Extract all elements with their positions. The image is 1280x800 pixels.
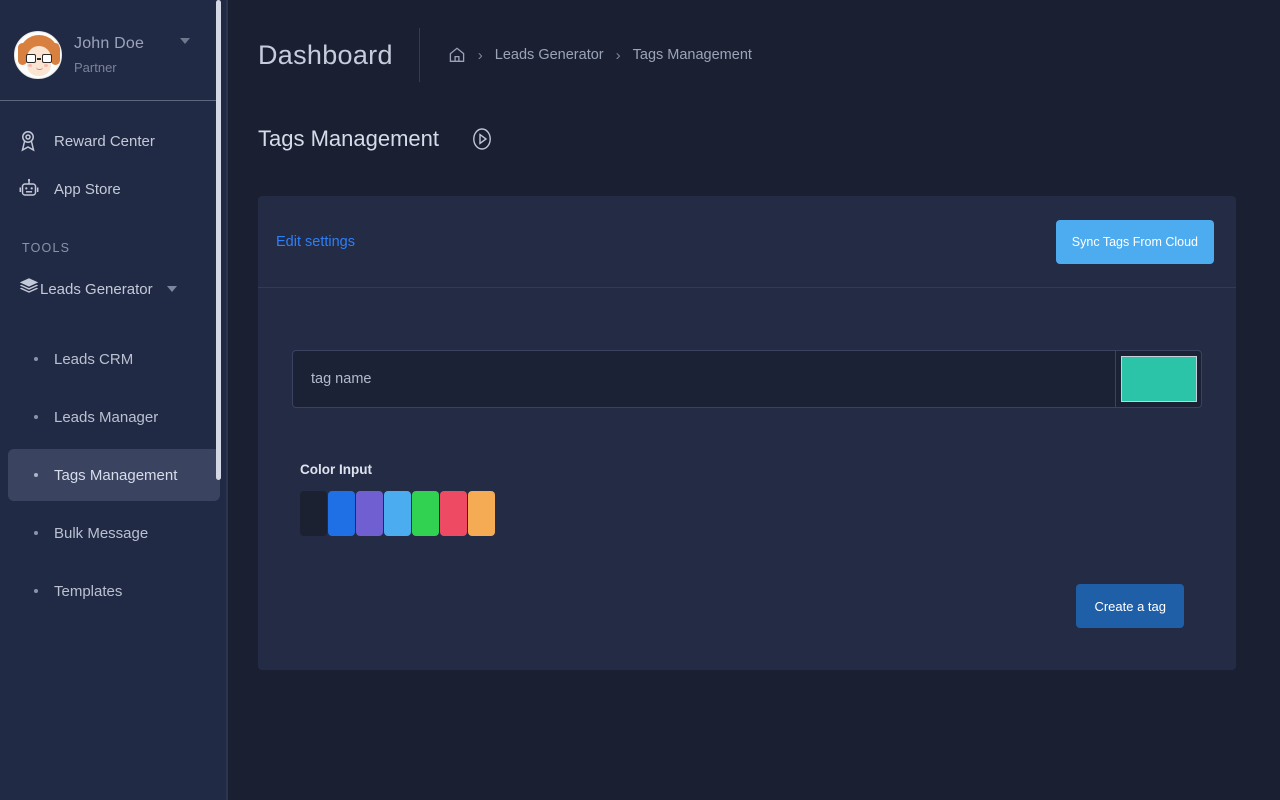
- page-title: Tags Management: [258, 126, 439, 151]
- chevron-down-icon[interactable]: [180, 38, 190, 44]
- sidebar-section-tools: TOOLS: [22, 241, 71, 255]
- profile-text: John Doe Partner: [74, 35, 144, 75]
- tags-card: Edit settings Sync Tags From Cloud Color…: [258, 196, 1236, 670]
- color-option-pink[interactable]: [440, 491, 467, 536]
- page-header: Tags Management: [228, 110, 1280, 168]
- sidebar-item-tags-management[interactable]: Tags Management: [8, 449, 220, 501]
- chevron-right-icon: ›: [477, 46, 483, 64]
- selected-color-swatch[interactable]: [1120, 356, 1197, 402]
- sidebar-item-templates[interactable]: Templates: [8, 565, 220, 617]
- sidebar: John Doe Partner Reward Center App Store…: [0, 0, 228, 800]
- sidebar-item-label: App Store: [54, 180, 121, 198]
- color-option-purple[interactable]: [356, 491, 383, 536]
- color-option-orange[interactable]: [468, 491, 495, 536]
- tag-name-input[interactable]: [292, 350, 1116, 408]
- breadcrumb: › Leads Generator › Tags Management: [448, 46, 752, 64]
- color-option-blue[interactable]: [328, 491, 355, 536]
- sidebar-nav: Reward Center App Store TOOLS Leads Gene…: [0, 101, 228, 617]
- topbar: Dashboard › Leads Generator › Tags Manag…: [228, 0, 1280, 110]
- card-body: Color Input Create a tag: [258, 288, 1236, 628]
- sidebar-item-leads-manager[interactable]: Leads Manager: [8, 391, 220, 443]
- chevron-down-icon[interactable]: [166, 286, 177, 292]
- sidebar-item-label: Templates: [54, 582, 123, 600]
- create-a-tag-button[interactable]: Create a tag: [1076, 584, 1184, 628]
- sidebar-group-label: Leads Generator: [40, 280, 153, 298]
- chevron-right-icon: ›: [615, 46, 621, 64]
- card-footer: Create a tag: [292, 536, 1202, 628]
- profile-name: John Doe: [74, 35, 145, 52]
- color-input-label: Color Input: [300, 462, 372, 477]
- tag-name-row: [292, 350, 1202, 408]
- profile-menu[interactable]: John Doe Partner: [0, 0, 228, 96]
- bullet-icon: [34, 415, 38, 419]
- color-option-list: [292, 491, 1202, 536]
- edit-settings-link[interactable]: Edit settings: [276, 234, 355, 250]
- topbar-separator: [418, 28, 420, 82]
- layers-icon: [18, 277, 40, 301]
- topbar-title: Dashboard: [258, 39, 393, 70]
- avatar: [14, 31, 62, 79]
- award-medal-icon: [18, 130, 48, 152]
- sidebar-item-bulk-message[interactable]: Bulk Message: [8, 507, 220, 559]
- color-option-green[interactable]: [412, 491, 439, 536]
- sidebar-group-leads-generator[interactable]: Leads Generator: [0, 265, 228, 313]
- app-root: John Doe Partner Reward Center App Store…: [0, 0, 1280, 800]
- home-icon[interactable]: [448, 46, 466, 64]
- color-option-dark-navy[interactable]: [300, 491, 327, 536]
- sidebar-item-leads-crm[interactable]: Leads CRM: [8, 333, 220, 385]
- sidebar-sub-list: Leads CRM Leads Manager Tags Management …: [0, 313, 228, 617]
- sidebar-item-app-store[interactable]: App Store: [0, 165, 228, 213]
- play-circle-icon[interactable]: [469, 126, 495, 152]
- robot-icon: [18, 178, 48, 200]
- sync-tags-from-cloud-button[interactable]: Sync Tags From Cloud: [1055, 219, 1214, 264]
- sidebar-item-label: Bulk Message: [54, 524, 149, 542]
- sidebar-item-label: Reward Center: [54, 132, 155, 150]
- card-header: Edit settings Sync Tags From Cloud: [258, 196, 1236, 288]
- main-content: Dashboard › Leads Generator › Tags Manag…: [228, 0, 1280, 800]
- bullet-icon: [34, 473, 38, 477]
- sidebar-scrollbar[interactable]: [216, 0, 221, 480]
- bullet-icon: [34, 357, 38, 361]
- sidebar-divider: [0, 100, 216, 101]
- sidebar-item-reward-center[interactable]: Reward Center: [0, 117, 228, 165]
- sidebar-item-label: Leads CRM: [54, 350, 134, 368]
- sidebar-item-label: Leads Manager: [54, 408, 159, 426]
- breadcrumb-item-tags-management[interactable]: Tags Management: [633, 47, 752, 63]
- breadcrumb-item-leads-generator[interactable]: Leads Generator: [495, 47, 604, 63]
- bullet-icon: [34, 589, 38, 593]
- selected-color-swatch-box[interactable]: [1116, 350, 1202, 408]
- sidebar-item-label: Tags Management: [54, 466, 178, 484]
- bullet-icon: [34, 531, 38, 535]
- color-option-light-blue[interactable]: [384, 491, 411, 536]
- profile-role: Partner: [74, 60, 117, 75]
